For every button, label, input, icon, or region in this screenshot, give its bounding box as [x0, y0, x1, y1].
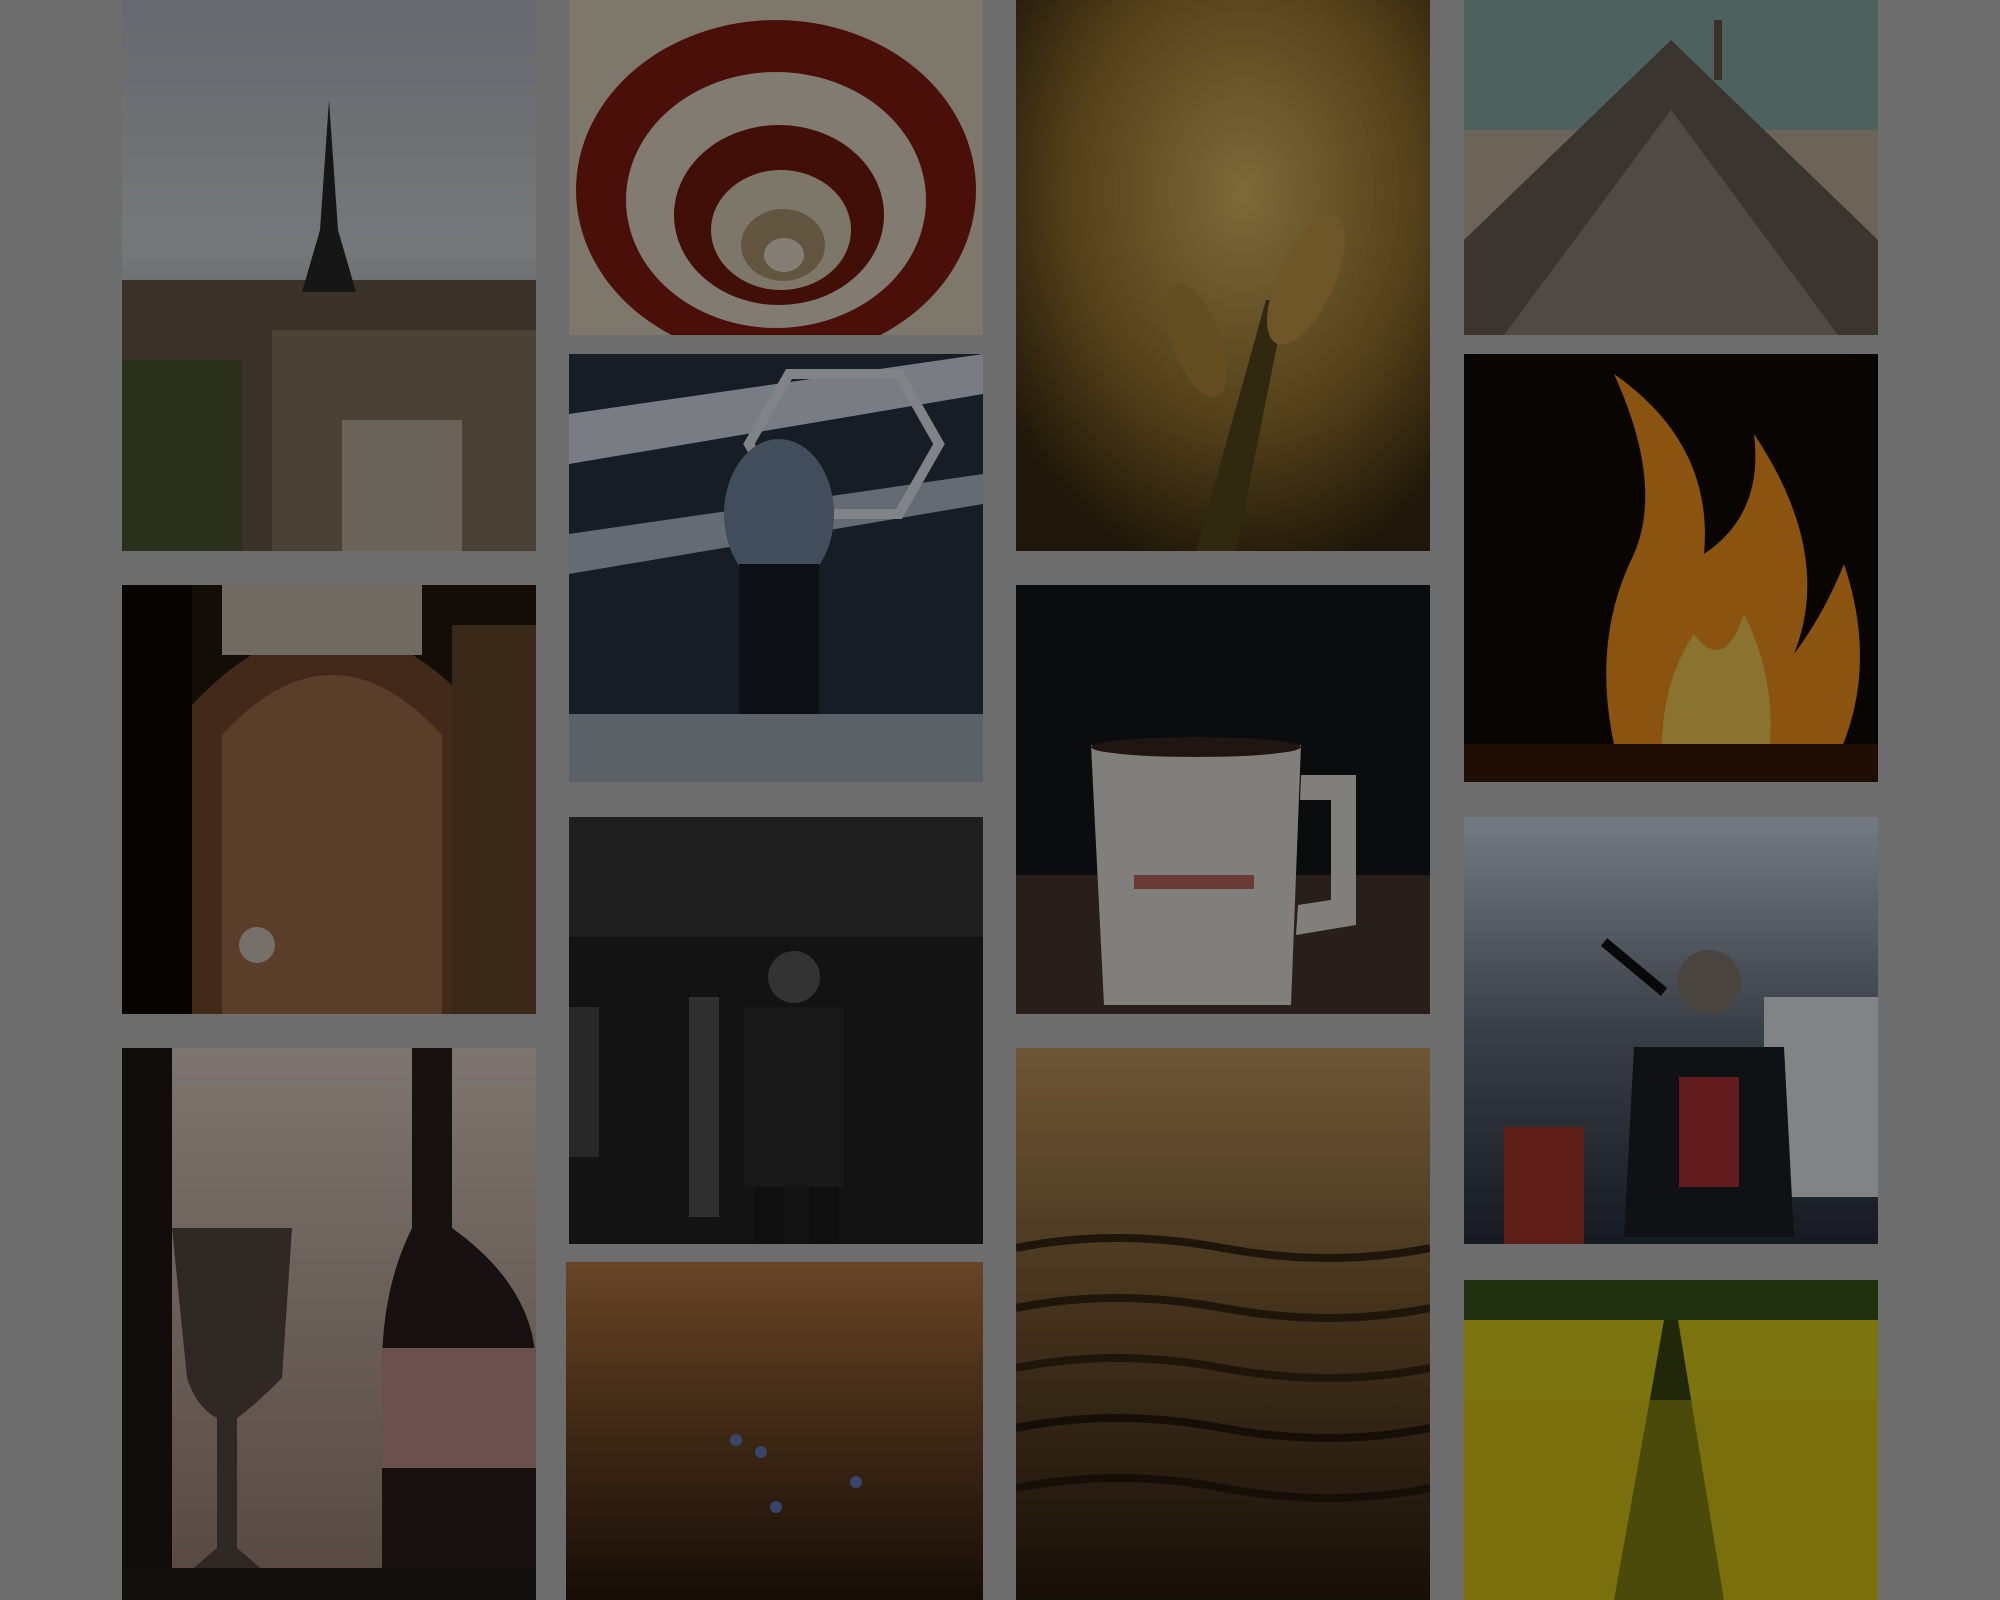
- campfire-image: [1464, 354, 1878, 782]
- cathedral-image: [122, 585, 536, 1014]
- photo-cathedral[interactable]: [122, 585, 536, 1014]
- photo-spiral-staircase[interactable]: [569, 0, 983, 335]
- photo-wine[interactable]: [122, 1048, 536, 1600]
- photo-sand-ripples[interactable]: [1016, 1048, 1430, 1600]
- sand-ripples-image: [1016, 1048, 1430, 1600]
- wildflower-image: [566, 1262, 983, 1600]
- photo-louvre-pyramid[interactable]: [1464, 0, 1878, 335]
- photo-wildflower-field[interactable]: [566, 1262, 983, 1600]
- photo-rapper-stage[interactable]: [569, 817, 983, 1244]
- photo-concert-performer[interactable]: [569, 354, 983, 782]
- rapeseed-image: [1464, 1280, 1878, 1600]
- wine-image: [122, 1048, 536, 1600]
- photo-gallery: [0, 0, 2000, 1600]
- singer-image: [1464, 817, 1878, 1244]
- photo-coffee-mug[interactable]: [1016, 585, 1430, 1014]
- photo-singer-microphone[interactable]: [1464, 817, 1878, 1244]
- louvre-image: [1464, 0, 1878, 335]
- spiral-staircase-image: [569, 0, 983, 335]
- eiffel-tower-image: [122, 0, 536, 551]
- photo-eiffel-tower[interactable]: [122, 0, 536, 551]
- concert-image: [569, 354, 983, 782]
- wheat-image: [1016, 0, 1430, 551]
- photo-campfire[interactable]: [1464, 354, 1878, 782]
- rapper-image: [569, 817, 983, 1244]
- photo-wheat[interactable]: [1016, 0, 1430, 551]
- coffee-mug-image: [1016, 585, 1430, 1014]
- photo-rapeseed-field[interactable]: [1464, 1280, 1878, 1600]
